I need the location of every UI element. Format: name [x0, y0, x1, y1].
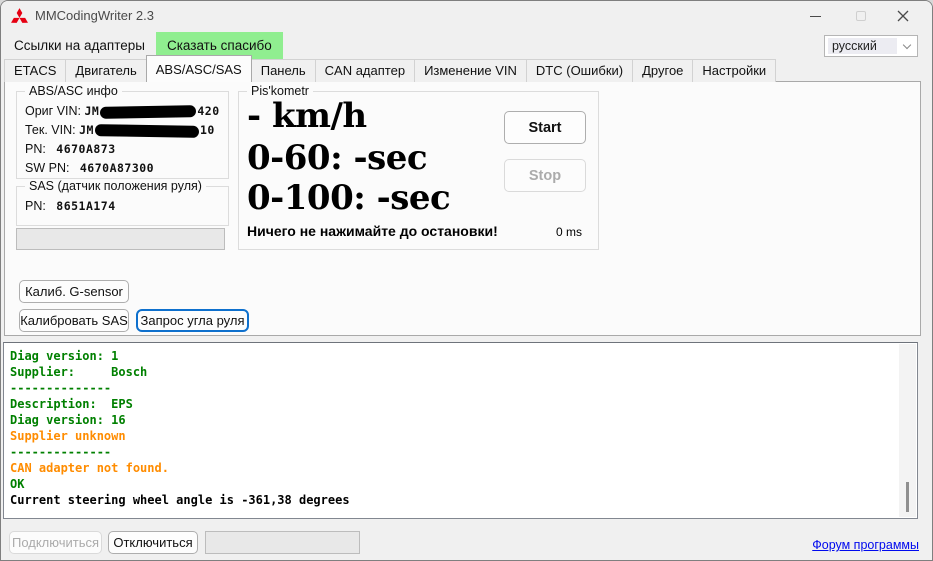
pn-value: 4670A873 [56, 142, 116, 156]
close-icon [897, 10, 909, 22]
tab-изменение-vin[interactable]: Изменение VIN [414, 59, 527, 82]
connect-button: Подключиться [9, 531, 102, 554]
log-line: -------------- [10, 445, 112, 459]
abs-asc-sas-tab-page: ABS/ASC инфо Ориг VIN: JM 420 Тек. VIN: J… [4, 81, 921, 336]
accel-0-100-readout: 0-100: -sec [247, 178, 451, 218]
log-line: Diag version: 1 [10, 349, 119, 363]
log-box[interactable]: Diag version: 1 Supplier: Bosch ----------… [3, 342, 918, 519]
close-button[interactable] [880, 1, 926, 31]
accel-0-60-readout: 0-60: -sec [247, 138, 428, 178]
tab-etacs[interactable]: ETACS [4, 59, 67, 82]
tab-настройки[interactable]: Настройки [692, 59, 777, 82]
abs-asc-info-group: ABS/ASC инфо Ориг VIN: JM 420 Тек. VIN: J… [16, 84, 229, 179]
piskometr-group: Pis'kometr - km/h 0-60: -sec 0-100: -sec… [238, 84, 599, 250]
log-output: Diag version: 1 Supplier: Bosch ----------… [10, 348, 895, 516]
sas-group: SAS (датчик положения руля) PN: 8651A174 [16, 179, 229, 226]
stop-button: Stop [504, 159, 586, 192]
current-vin-label: Тек. VIN: [25, 123, 76, 137]
minimize-icon [809, 15, 821, 17]
calibrate-g-sensor-button[interactable]: Калиб. G-sensor [19, 280, 129, 303]
sas-pn-value: 8651A174 [56, 199, 116, 213]
current-vin-row: Тек. VIN: JM 10 [25, 121, 228, 140]
pn-row: PN: 4670A873 [25, 140, 228, 159]
tab-dtc-ошибки-[interactable]: DTC (Ошибки) [525, 59, 634, 82]
log-line: Supplier unknown [10, 429, 126, 443]
current-vin-suffix: 10 [199, 123, 215, 137]
menu-item-adapter-links[interactable]: Ссылки на адаптеры [3, 32, 156, 59]
title-bar: MMCodingWriter 2.3 [1, 1, 932, 31]
forum-link[interactable]: Форум программы [812, 538, 919, 552]
tab-двигатель[interactable]: Двигатель [65, 59, 147, 82]
menu-bar: Ссылки на адаптеры Сказать спасибо русск… [3, 32, 930, 59]
log-line: CAN adapter not found. [10, 461, 169, 475]
log-line: Current steering wheel angle is -361,38 … [10, 493, 350, 507]
tab-панель[interactable]: Панель [250, 59, 316, 82]
tab-bar: ETACS Двигатель ABS/ASC/SAS Панель CAN адапт… [4, 55, 777, 82]
mitsubishi-logo-icon [11, 8, 28, 23]
log-line: OK [10, 477, 25, 491]
request-steering-angle-button[interactable]: Запрос угла руля [136, 309, 249, 332]
sw-pn-value: 4670A87300 [79, 161, 155, 175]
window-title: MMCodingWriter 2.3 [35, 8, 154, 23]
pn-label: PN: [25, 142, 46, 156]
language-selected-value: русский [828, 38, 897, 54]
log-line: -------------- [10, 381, 112, 395]
chevron-down-icon [897, 40, 917, 49]
sas-pn-label: PN: [25, 199, 46, 213]
orig-vin-label: Ориг VIN: [25, 104, 81, 118]
scrollbar-thumb[interactable] [906, 482, 909, 512]
orig-vin-prefix: JM [84, 104, 100, 118]
minimize-button[interactable] [792, 1, 838, 31]
log-line: Supplier: Bosch [10, 365, 148, 379]
sw-pn-label: SW PN: [25, 161, 70, 175]
speed-readout: - km/h [247, 96, 367, 136]
footer-progress-bar [205, 531, 360, 554]
sw-pn-row: SW PN: 4670A87300 [25, 159, 228, 178]
vin-redaction-mark [94, 123, 200, 138]
start-button[interactable]: Start [504, 111, 586, 144]
tab-can-адаптер[interactable]: CAN адаптер [314, 59, 416, 82]
elapsed-ms-value: 0 ms [555, 225, 582, 239]
calibrate-sas-button[interactable]: Калибровать SAS [19, 309, 129, 332]
tab-abs-asc-sas[interactable]: ABS/ASC/SAS [145, 55, 252, 82]
vin-redaction-mark [100, 104, 197, 119]
log-line: Diag version: 16 [10, 413, 126, 427]
current-vin-prefix: JM [79, 123, 94, 137]
sas-group-title: SAS (датчик положения руля) [25, 179, 206, 193]
do-not-press-warning: Ничего не нажимайте до остановки! [247, 223, 498, 239]
tab-другое[interactable]: Другое [632, 59, 694, 82]
maximize-icon [856, 11, 866, 21]
log-scrollbar[interactable] [899, 344, 916, 517]
orig-vin-suffix: 420 [197, 104, 220, 118]
log-line: Description: EPS [10, 397, 133, 411]
side-progress-bar [16, 228, 225, 250]
disconnect-button[interactable]: Отключиться [108, 531, 198, 554]
maximize-button [838, 1, 884, 31]
app-window: MMCodingWriter 2.3 Ссылки на адаптеры Ск… [0, 0, 933, 561]
language-select[interactable]: русский [824, 35, 918, 57]
orig-vin-row: Ориг VIN: JM 420 [25, 102, 228, 121]
abs-asc-info-group-title: ABS/ASC инфо [25, 84, 122, 98]
